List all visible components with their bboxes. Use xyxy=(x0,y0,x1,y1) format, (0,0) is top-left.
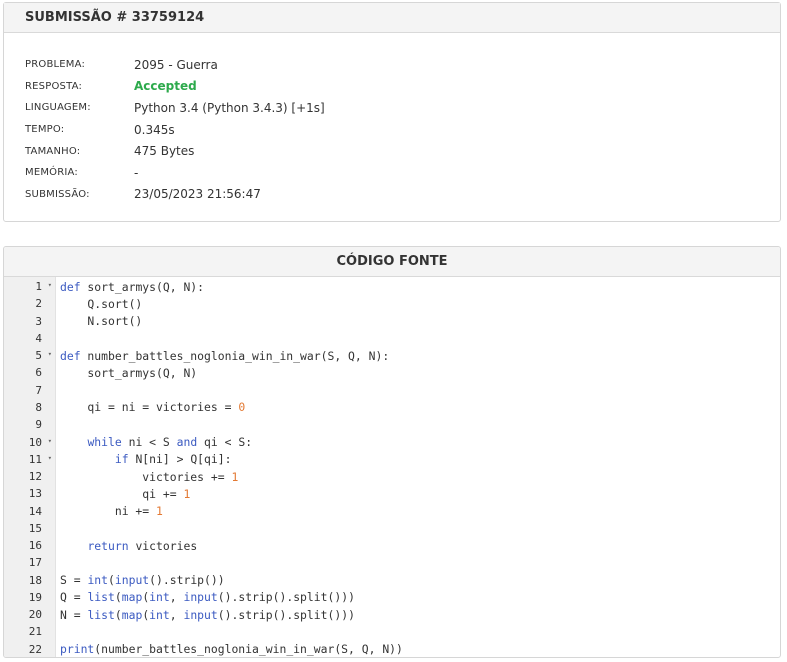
code-text: def number_battles_noglonia_win_in_war(S… xyxy=(60,348,390,363)
line-number: 20 xyxy=(28,608,42,622)
field-label: PROBLEMA: xyxy=(25,59,86,71)
code-line: 9 xyxy=(4,416,780,433)
fold-arrow-icon[interactable]: ▾ xyxy=(48,281,52,289)
code-line: 15 xyxy=(4,520,780,537)
code-line: 17 xyxy=(4,554,780,571)
problem-value: 2095 - Guerra xyxy=(134,57,218,72)
field-row-size: TAMANHO: 475 Bytes xyxy=(25,140,325,162)
code-text: qi += 1 xyxy=(60,486,191,501)
field-label: LINGUAGEM: xyxy=(25,102,91,114)
code-line: 19 Q = list(map(int, input().strip().spli… xyxy=(4,589,780,606)
line-number: 6 xyxy=(35,366,42,380)
fold-arrow-icon[interactable]: ▾ xyxy=(48,437,52,445)
line-number: 9 xyxy=(35,418,42,432)
submission-panel: SUBMISSÃO # 33759124 PROBLEMA: 2095 - Gu… xyxy=(3,2,781,222)
line-number: 12 xyxy=(28,470,42,484)
field-label: TAMANHO: xyxy=(25,145,81,157)
line-number: 17 xyxy=(28,556,42,570)
code-line: 10 ▾ while ni < S and qi < S: xyxy=(4,433,780,450)
code-line: 16 return victories xyxy=(4,537,780,554)
code-line: 12 victories += 1 xyxy=(4,468,780,485)
line-number: 22 xyxy=(28,642,42,656)
code-line: 2 Q.sort() xyxy=(4,295,780,312)
code-line: 5 ▾ def number_battles_noglonia_win_in_war… xyxy=(4,347,780,364)
code-line: 1 ▾ def sort_armys(Q, N): xyxy=(4,278,780,295)
field-row-response: RESPOSTA: Accepted xyxy=(25,76,325,98)
field-row-time: TEMPO: 0.345s xyxy=(25,119,325,141)
response-status: Accepted xyxy=(134,79,197,94)
code-text: S = int(input().strip()) xyxy=(60,573,225,588)
line-number: 3 xyxy=(35,314,42,328)
code-text: ni += 1 xyxy=(60,504,163,519)
line-number: 21 xyxy=(28,625,42,639)
code-text: return victories xyxy=(87,538,198,553)
field-row-memory: MEMÓRIA: - xyxy=(25,162,325,184)
fold-arrow-icon[interactable]: ▾ xyxy=(48,350,52,358)
code-text: if N[ni] > Q[qi]: xyxy=(114,452,232,467)
code-text: victories += 1 xyxy=(60,469,239,484)
code-line: 14 ni += 1 xyxy=(4,502,780,519)
language-value: Python 3.4 (Python 3.4.3) [+1s] xyxy=(134,100,325,115)
line-number: 7 xyxy=(35,383,42,397)
line-number: 13 xyxy=(28,487,42,501)
line-number: 11 ▾ xyxy=(28,452,52,466)
line-number: 14 xyxy=(28,504,42,518)
code-line: 6 sort_armys(Q, N) xyxy=(4,364,780,381)
size-value: 475 Bytes xyxy=(134,144,195,159)
code-editor[interactable]: 1 ▾ def sort_armys(Q, N): 2 Q.sort() 3 N.sor… xyxy=(4,277,780,657)
line-number: 1 ▾ xyxy=(35,280,52,294)
source-code-title: CÓDIGO FONTE xyxy=(4,247,780,277)
line-number: 18 xyxy=(28,573,42,587)
code-line: 22 print(number_battles_noglonia_win_in_w… xyxy=(4,641,780,657)
submission-date-value: 23/05/2023 21:56:47 xyxy=(134,187,261,202)
line-number: 2 xyxy=(35,297,42,311)
code-line: 7 xyxy=(4,382,780,399)
code-text: qi = ni = victories = 0 xyxy=(60,400,246,415)
line-number: 8 xyxy=(35,400,42,414)
code-line: 8 qi = ni = victories = 0 xyxy=(4,399,780,416)
line-number: 10 ▾ xyxy=(28,435,52,449)
line-number: 5 ▾ xyxy=(35,349,52,363)
field-label: RESPOSTA: xyxy=(25,80,83,92)
submission-info: PROBLEMA: 2095 - Guerra RESPOSTA: Accept… xyxy=(25,54,325,205)
code-text: N.sort() xyxy=(60,314,143,329)
fold-arrow-icon[interactable]: ▾ xyxy=(48,454,52,462)
code-text: Q.sort() xyxy=(60,296,143,311)
field-row-language: LINGUAGEM: Python 3.4 (Python 3.4.3) [+1… xyxy=(25,97,325,119)
code-line: 18 S = int(input().strip()) xyxy=(4,572,780,589)
code-line: 20 N = list(map(int, input().strip().spli… xyxy=(4,606,780,623)
code-line: 3 N.sort() xyxy=(4,313,780,330)
line-number: 4 xyxy=(35,331,42,345)
submission-title: SUBMISSÃO # 33759124 xyxy=(4,3,780,33)
line-number: 16 xyxy=(28,539,42,553)
code-text: def sort_armys(Q, N): xyxy=(60,279,205,294)
code-lines: 1 ▾ def sort_armys(Q, N): 2 Q.sort() 3 N.sor… xyxy=(4,277,780,657)
code-text: print(number_battles_noglonia_win_in_war… xyxy=(60,642,403,657)
code-line: 11 ▾ if N[ni] > Q[qi]: xyxy=(4,451,780,468)
field-row-problem: PROBLEMA: 2095 - Guerra xyxy=(25,54,325,76)
code-text: Q = list(map(int, input().strip().split(… xyxy=(60,590,355,605)
field-label: TEMPO: xyxy=(25,124,65,136)
field-label: SUBMISSÃO: xyxy=(25,188,90,200)
time-value: 0.345s xyxy=(134,122,175,137)
memory-value: - xyxy=(134,165,139,180)
code-line: 4 xyxy=(4,330,780,347)
line-number: 19 xyxy=(28,590,42,604)
code-text: while ni < S and qi < S: xyxy=(87,435,253,450)
field-row-submission-date: SUBMISSÃO: 23/05/2023 21:56:47 xyxy=(25,184,325,206)
code-text: sort_armys(Q, N) xyxy=(60,365,198,380)
source-code-panel: CÓDIGO FONTE 1 ▾ def sort_armys(Q, N): 2 Q.… xyxy=(3,246,781,658)
line-number: 15 xyxy=(28,521,42,535)
code-line: 13 qi += 1 xyxy=(4,485,780,502)
field-label: MEMÓRIA: xyxy=(25,167,78,179)
code-line: 21 xyxy=(4,623,780,640)
code-text: N = list(map(int, input().strip().split(… xyxy=(60,607,355,622)
